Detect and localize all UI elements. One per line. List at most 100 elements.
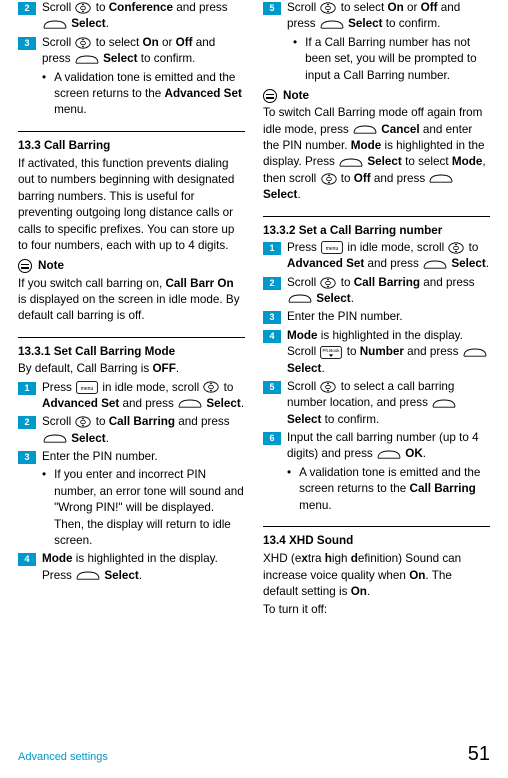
svg-text:Ph.Book: Ph.Book xyxy=(323,348,341,353)
softkey-icon xyxy=(288,293,312,304)
nav-key-icon xyxy=(75,37,91,49)
bullet: If a Call Barring number has not been se… xyxy=(263,35,490,84)
section-body: If activated, this function prevents dia… xyxy=(18,156,245,254)
step-number: 2 xyxy=(18,416,36,429)
svg-text:menu: menu xyxy=(81,386,94,392)
step-text: Mode is highlighted in the display. Pres… xyxy=(42,551,245,584)
softkey-icon xyxy=(377,449,401,460)
nav-key-icon xyxy=(320,2,336,14)
softkey-icon xyxy=(43,19,67,30)
step-number: 5 xyxy=(263,2,281,15)
step-text: Mode is highlighted in the display. Scro… xyxy=(287,328,490,377)
step-5: 5 Scroll to select On or Off and press S… xyxy=(263,0,490,33)
softkey-icon xyxy=(429,173,453,184)
note-icon xyxy=(18,259,32,273)
right-column: 5 Scroll to select On or Off and press S… xyxy=(263,0,490,621)
step-2: 2 Scroll to Call Barring and press Selec… xyxy=(263,275,490,308)
softkey-icon xyxy=(75,54,99,65)
nav-key-icon xyxy=(448,242,464,254)
step-text: Press menu in idle mode, scroll to Advan… xyxy=(287,240,490,273)
divider xyxy=(263,526,490,527)
bullet: A validation tone is emitted and the scr… xyxy=(263,465,490,514)
bullet-text: A validation tone is emitted and the scr… xyxy=(299,465,490,514)
step-number: 5 xyxy=(263,381,281,394)
page-number: 51 xyxy=(468,740,490,768)
step-3: 3 Enter the PIN number. xyxy=(18,449,245,465)
softkey-icon xyxy=(43,433,67,444)
down-key-icon: Ph.Book xyxy=(320,346,342,359)
step-number: 6 xyxy=(263,432,281,445)
menu-key-icon: menu xyxy=(76,381,98,394)
softkey-icon xyxy=(432,398,456,409)
step-number: 2 xyxy=(18,2,36,15)
step-text: Scroll to Call Barring and press Select. xyxy=(42,414,245,447)
step-3: 3 Scroll to select On or Off and press S… xyxy=(18,35,245,68)
divider xyxy=(263,216,490,217)
nav-key-icon xyxy=(320,381,336,393)
softkey-icon xyxy=(353,124,377,135)
step-number: 4 xyxy=(18,553,36,566)
step-text: Scroll to select On or Off and press Sel… xyxy=(287,0,490,33)
note-icon xyxy=(263,89,277,103)
nav-key-icon xyxy=(75,416,91,428)
svg-text:menu: menu xyxy=(326,246,339,252)
softkey-icon xyxy=(463,347,487,358)
step-text: Enter the PIN number. xyxy=(287,309,490,325)
note-heading: Note xyxy=(263,88,490,104)
step-4: 4 Mode is highlighted in the display. Sc… xyxy=(263,328,490,377)
section-body: XHD (extra high definition) Sound can in… xyxy=(263,551,490,600)
bullet: A validation tone is emitted and the scr… xyxy=(18,70,245,119)
step-text: Scroll to select a call barring number l… xyxy=(287,379,490,428)
step-2: 2 Scroll to Conference and press Select. xyxy=(18,0,245,33)
step-text: Enter the PIN number. xyxy=(42,449,245,465)
step-text: Scroll to select On or Off and press Sel… xyxy=(42,35,245,68)
left-column: 2 Scroll to Conference and press Select.… xyxy=(18,0,245,621)
note-heading: Note xyxy=(18,258,245,274)
step-3: 3 Enter the PIN number. xyxy=(263,309,490,325)
step-text: Scroll to Call Barring and press Select. xyxy=(287,275,490,308)
note-label: Note xyxy=(283,88,309,104)
step-6: 6 Input the call barring number (up to 4… xyxy=(263,430,490,463)
step-5: 5 Scroll to select a call barring number… xyxy=(263,379,490,428)
note-body: To switch Call Barring mode off again fr… xyxy=(263,105,490,203)
step-4: 4 Mode is highlighted in the display. Pr… xyxy=(18,551,245,584)
note-body: If you switch call barring on, Call Barr… xyxy=(18,276,245,325)
step-text: Scroll to Conference and press Select. xyxy=(42,0,245,33)
step-1: 1 Press menu in idle mode, scroll to Adv… xyxy=(263,240,490,273)
step-number: 1 xyxy=(18,382,36,395)
section-body: To turn it off: xyxy=(263,602,490,618)
section-heading-13-3: 13.3 Call Barring xyxy=(18,138,245,154)
softkey-icon xyxy=(423,259,447,270)
step-number: 2 xyxy=(263,277,281,290)
page-footer: Advanced settings 51 xyxy=(18,740,490,768)
subsection-heading-13-3-1: 13.3.1 Set Call Barring Mode xyxy=(18,344,245,360)
subsection-intro: By default, Call Barring is OFF. xyxy=(18,361,245,377)
nav-key-icon xyxy=(320,277,336,289)
divider xyxy=(18,131,245,132)
menu-key-icon: menu xyxy=(321,241,343,254)
softkey-icon xyxy=(76,570,100,581)
step-text: Press menu in idle mode, scroll to Advan… xyxy=(42,380,245,413)
nav-key-icon xyxy=(321,173,337,185)
step-number: 3 xyxy=(18,451,36,464)
step-number: 1 xyxy=(263,242,281,255)
nav-key-icon xyxy=(75,2,91,14)
step-2: 2 Scroll to Call Barring and press Selec… xyxy=(18,414,245,447)
step-number: 4 xyxy=(263,330,281,343)
step-number: 3 xyxy=(263,311,281,324)
footer-section-name: Advanced settings xyxy=(18,750,108,765)
bullet-text: If you enter and incorrect PIN number, a… xyxy=(54,467,245,549)
softkey-icon xyxy=(178,398,202,409)
bullet: If you enter and incorrect PIN number, a… xyxy=(18,467,245,549)
step-text: Input the call barring number (up to 4 d… xyxy=(287,430,490,463)
softkey-icon xyxy=(339,157,363,168)
step-number: 3 xyxy=(18,37,36,50)
note-label: Note xyxy=(38,258,64,274)
bullet-text: A validation tone is emitted and the scr… xyxy=(54,70,245,119)
step-1: 1 Press menu in idle mode, scroll to Adv… xyxy=(18,380,245,413)
divider xyxy=(18,337,245,338)
bullet-text: If a Call Barring number has not been se… xyxy=(305,35,490,84)
section-heading-13-4: 13.4 XHD Sound xyxy=(263,533,490,549)
subsection-heading-13-3-2: 13.3.2 Set a Call Barring number xyxy=(263,223,490,239)
nav-key-icon xyxy=(203,381,219,393)
